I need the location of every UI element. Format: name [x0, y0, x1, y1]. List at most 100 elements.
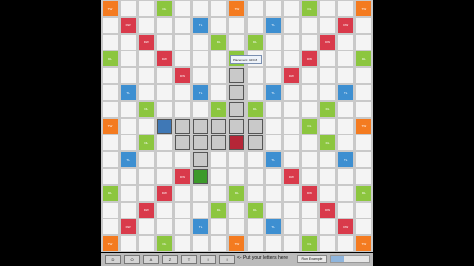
board-cell[interactable] [102, 68, 118, 84]
rack-tile[interactable]: D [105, 255, 121, 264]
board-cell[interactable] [156, 152, 172, 168]
board-cell-tl[interactable]: TL [193, 219, 209, 235]
board-cell[interactable] [247, 236, 263, 252]
board-cell[interactable] [338, 169, 354, 184]
board-cell[interactable] [283, 17, 299, 33]
board-cell-dl[interactable]: DL [247, 202, 263, 218]
board-cell[interactable] [356, 169, 372, 184]
board-cell[interactable] [301, 219, 317, 235]
board-cell[interactable] [156, 101, 172, 117]
board-cell-tw[interactable]: TW [229, 236, 245, 252]
board-cell[interactable] [265, 169, 281, 184]
board-cell-tl[interactable]: TL [193, 17, 209, 33]
board-cell[interactable] [229, 34, 245, 50]
board-cell[interactable] [229, 152, 245, 168]
board-cell[interactable] [229, 169, 245, 184]
board-cell-dw[interactable]: DW [175, 169, 191, 184]
board-cell[interactable] [338, 51, 354, 67]
board-cell-dl[interactable]: DL [102, 51, 118, 67]
board-cell[interactable] [301, 169, 317, 184]
board-cell[interactable] [283, 152, 299, 168]
board-cell[interactable] [301, 85, 317, 100]
board-cell[interactable] [120, 118, 136, 134]
board-cell-dl[interactable]: DL [211, 202, 227, 218]
board-cell[interactable] [156, 169, 172, 184]
board-cell[interactable] [120, 236, 136, 252]
board-cell[interactable] [120, 51, 136, 67]
board-cell[interactable] [175, 51, 191, 67]
placed-tile[interactable] [247, 118, 263, 134]
board-cell[interactable] [265, 202, 281, 218]
board-cell[interactable] [265, 68, 281, 84]
board-cell[interactable] [102, 135, 118, 151]
board-cell[interactable] [265, 101, 281, 117]
board-cell[interactable] [283, 51, 299, 67]
board-cell-tw[interactable]: TW [102, 1, 118, 16]
placed-tile[interactable] [175, 135, 191, 151]
placed-tile[interactable] [193, 152, 209, 168]
board-cell[interactable] [229, 202, 245, 218]
run-example-button[interactable]: Run Example [297, 255, 327, 263]
board-cell-tw[interactable]: TW [356, 236, 372, 252]
board-cell[interactable] [211, 1, 227, 16]
board-cell[interactable] [156, 135, 172, 151]
board-cell[interactable] [138, 85, 154, 100]
board-cell[interactable] [283, 135, 299, 151]
board-cell-dl[interactable]: DL [102, 185, 118, 201]
board-cell-dw[interactable]: DW [320, 34, 336, 50]
board-cell[interactable] [175, 152, 191, 168]
board-cell[interactable] [247, 1, 263, 16]
board-cell[interactable] [247, 68, 263, 84]
board-cell-dw[interactable]: DW [301, 185, 317, 201]
board-cell[interactable] [229, 17, 245, 33]
board-cell-tl[interactable]: TL [265, 219, 281, 235]
placed-tile[interactable] [156, 118, 172, 134]
board-cell[interactable] [356, 202, 372, 218]
board-cell[interactable] [301, 202, 317, 218]
board-cell-dl[interactable]: DL [320, 101, 336, 117]
board-cell-dl[interactable]: DL [356, 185, 372, 201]
placed-tile[interactable] [229, 85, 245, 100]
board-cell[interactable] [156, 17, 172, 33]
board-cell[interactable] [356, 34, 372, 50]
board-cell-dw[interactable]: DW [120, 17, 136, 33]
board-cell-dl[interactable]: DL [138, 101, 154, 117]
board-cell[interactable] [265, 185, 281, 201]
board-cell[interactable] [265, 1, 281, 16]
board-cell[interactable] [265, 118, 281, 134]
board-cell[interactable] [138, 17, 154, 33]
board-cell[interactable] [138, 51, 154, 67]
board-cell[interactable] [120, 68, 136, 84]
board-cell[interactable] [175, 202, 191, 218]
board-cell[interactable] [120, 169, 136, 184]
placed-tile[interactable] [229, 68, 245, 84]
board-cell-tl[interactable]: TL [120, 152, 136, 168]
board-cell[interactable] [301, 152, 317, 168]
board-cell[interactable] [138, 152, 154, 168]
board-cell[interactable] [138, 1, 154, 16]
board-cell[interactable] [265, 34, 281, 50]
board-cell[interactable] [301, 34, 317, 50]
board-cell[interactable] [102, 17, 118, 33]
board-cell[interactable] [175, 34, 191, 50]
board-cell[interactable] [356, 135, 372, 151]
placed-tile[interactable] [229, 118, 245, 134]
board-cell-dl[interactable]: DL [211, 101, 227, 117]
board-cell[interactable] [138, 236, 154, 252]
board-cell[interactable] [102, 169, 118, 184]
board-cell[interactable] [175, 85, 191, 100]
board-cell[interactable] [265, 51, 281, 67]
board-cell[interactable] [301, 101, 317, 117]
board-cell-tl[interactable]: TL [120, 85, 136, 100]
board-cell[interactable] [247, 185, 263, 201]
board-cell-dl[interactable]: DL [156, 236, 172, 252]
board-cell[interactable] [138, 169, 154, 184]
board-cell-dw[interactable]: DW [320, 202, 336, 218]
board-cell-dw[interactable]: DW [301, 51, 317, 67]
board-cell[interactable] [211, 17, 227, 33]
board-cell[interactable] [138, 185, 154, 201]
board-cell[interactable] [338, 68, 354, 84]
board-cell[interactable] [356, 219, 372, 235]
placed-tile[interactable] [247, 135, 263, 151]
board-cell[interactable] [247, 85, 263, 100]
